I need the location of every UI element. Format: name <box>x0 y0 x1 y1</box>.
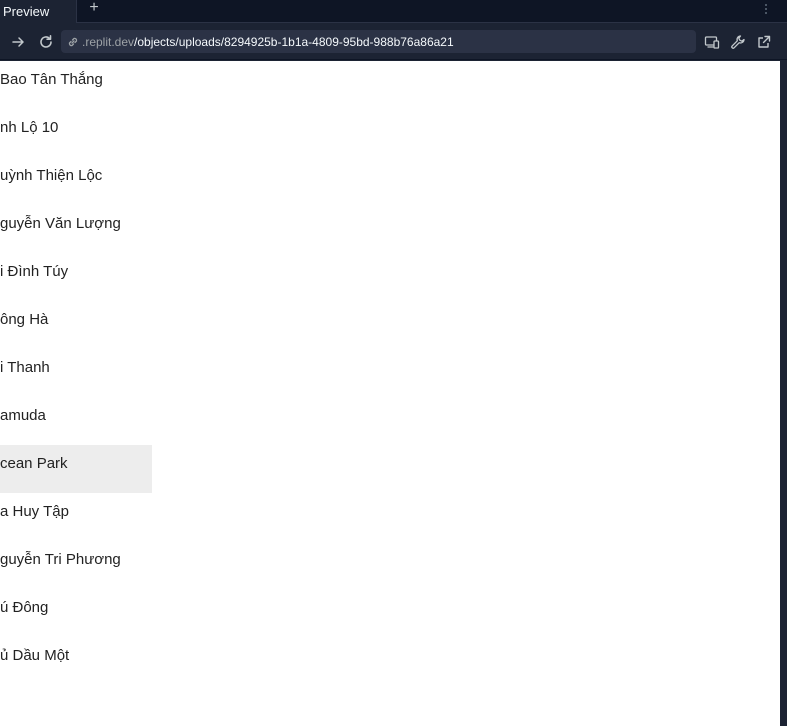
list-item[interactable]: Bao Tân Thắng <box>0 61 152 109</box>
list-item-label: ủ Dầu Một <box>0 647 70 664</box>
list-item[interactable]: uỳnh Thiện Lộc <box>0 157 152 205</box>
url-host: .replit.dev <box>82 34 135 49</box>
tab-preview[interactable]: Preview <box>0 0 77 23</box>
preview-page: Bao Tân Thắng nh Lộ 10 uỳnh Thiện Lộc gu… <box>0 61 780 726</box>
list-item-label: uỳnh Thiện Lộc <box>0 167 103 184</box>
list-item-label: nh Lộ 10 <box>0 119 59 136</box>
arrow-right-icon <box>12 37 24 47</box>
list-item-label: cean Park <box>0 455 68 472</box>
list-item[interactable]: a Huy Tập <box>0 493 152 541</box>
wrench-icon <box>731 35 745 49</box>
external-link-icon <box>758 35 771 48</box>
devtools-button[interactable] <box>727 31 749 53</box>
list-item-label: ú Đông <box>0 599 49 616</box>
browser-preview-pane: Preview + .replit.dev/objects/uploads/82… <box>0 0 787 726</box>
list-item[interactable]: ú Đông <box>0 589 152 637</box>
list-item[interactable]: amuda <box>0 397 152 445</box>
list-item-label: amuda <box>0 407 46 424</box>
list-item[interactable]: guyễn Văn Lượng <box>0 205 152 253</box>
devices-icon <box>704 36 720 49</box>
list-item[interactable]: i Thanh <box>0 349 152 397</box>
list-item-label: a Huy Tập <box>0 503 69 520</box>
list-item-label: Bao Tân Thắng <box>0 71 103 88</box>
list-item-label: ông Hà <box>0 311 49 328</box>
list-item[interactable]: ủ Dầu Một <box>0 637 152 685</box>
forward-button[interactable] <box>7 31 29 53</box>
tab-bar: Preview + <box>0 0 787 23</box>
more-options-icon[interactable] <box>761 0 771 18</box>
tab-preview-label: Preview <box>3 3 50 19</box>
list-item-highlighted[interactable]: cean Park <box>0 445 152 493</box>
plus-icon: + <box>89 0 99 16</box>
list-item[interactable]: guyễn Tri Phương <box>0 541 152 589</box>
pane-edge <box>780 61 787 726</box>
list-item[interactable]: nh Lộ 10 <box>0 109 152 157</box>
list-item-label: i Thanh <box>0 359 50 376</box>
reload-icon <box>40 35 52 48</box>
list-item[interactable]: ông Hà <box>0 301 152 349</box>
open-in-new-tab-button[interactable] <box>753 31 775 53</box>
url-field[interactable]: .replit.dev/objects/uploads/8294925b-1b1… <box>61 30 696 53</box>
address-bar-row: .replit.dev/objects/uploads/8294925b-1b1… <box>0 23 787 60</box>
new-tab-button[interactable]: + <box>83 0 105 18</box>
link-icon <box>68 37 78 46</box>
devices-button[interactable] <box>701 31 723 53</box>
url-path: /objects/uploads/8294925b-1b1a-4809-95bd… <box>134 34 454 49</box>
list-item-label: guyễn Văn Lượng <box>0 215 121 232</box>
list-item-label: guyễn Tri Phương <box>0 551 121 568</box>
list-item[interactable]: i Đình Túy <box>0 253 152 301</box>
location-list: Bao Tân Thắng nh Lộ 10 uỳnh Thiện Lộc gu… <box>0 61 152 685</box>
reload-button[interactable] <box>35 31 57 53</box>
list-item-label: i Đình Túy <box>0 263 69 280</box>
